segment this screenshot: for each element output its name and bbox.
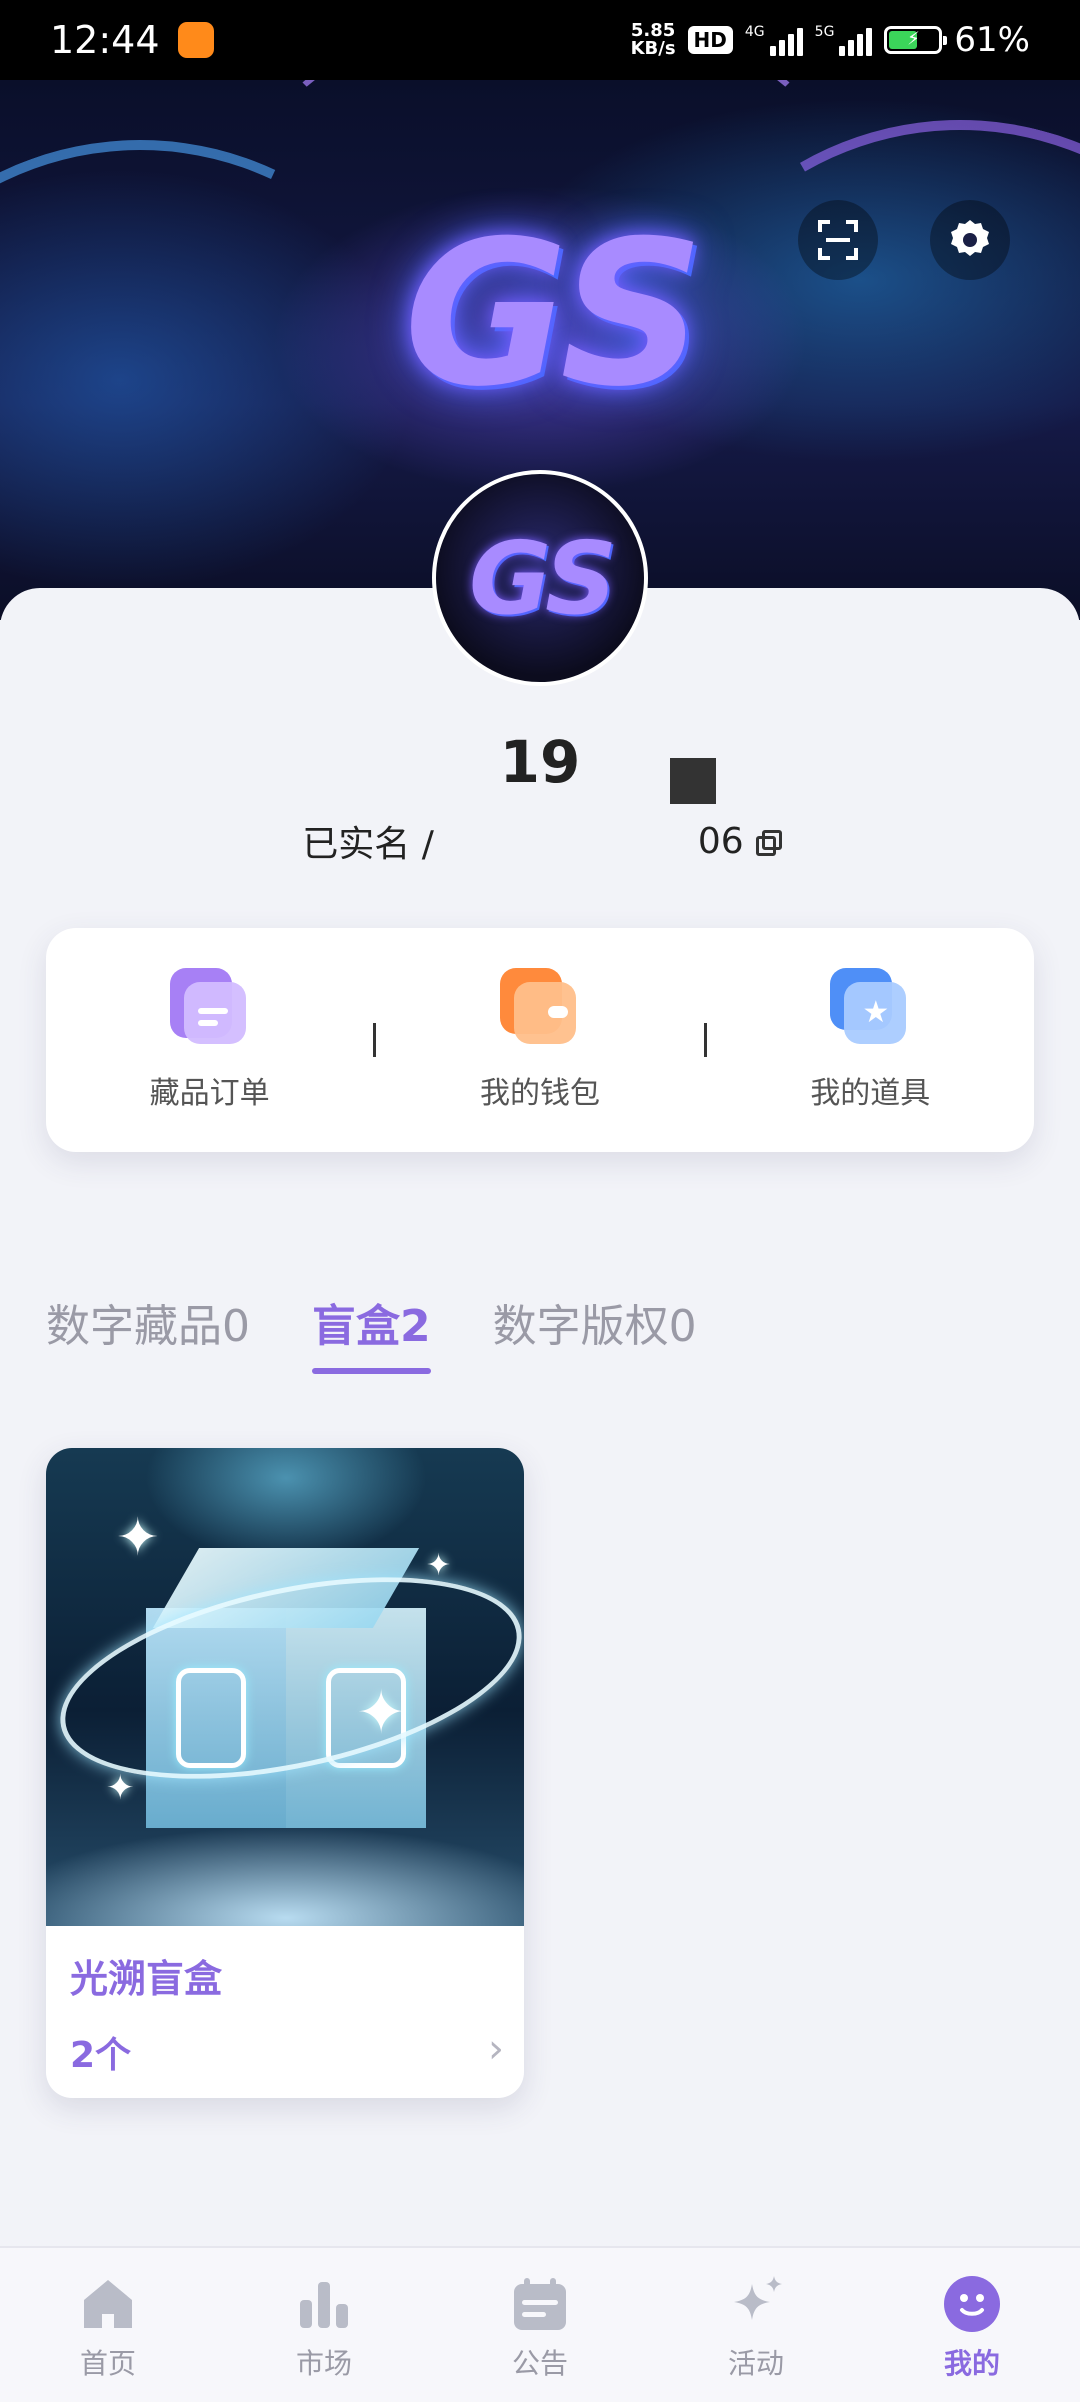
props-icon: ★ [830,968,910,1048]
profile-icon [944,2276,1000,2332]
nav-announcement[interactable]: 公告 [432,2248,648,2402]
tab-blind-box[interactable]: 盲盒2 [312,1290,431,1374]
chevron-right-icon: › [488,2026,504,2072]
blind-box-title: 光溯盲盒 [70,1957,223,2001]
hd-voice-icon: HD [687,26,733,54]
nav-activity[interactable]: 活动 [648,2248,864,2402]
signal-4g-icon: 4G [745,24,803,56]
order-icon [169,968,250,1048]
user-id-suffix: 06 [697,820,744,862]
home-icon [84,2280,132,2328]
scan-button[interactable] [798,200,878,280]
copy-icon[interactable] [755,830,782,856]
wallet-icon [499,968,580,1048]
status-bar: 12:44 5.85 KB/s HD 4G 5G ⚡ 61% [0,0,1080,80]
brand-logo: GS [403,198,704,431]
signal-5g-icon: 5G [815,24,873,56]
quick-actions-card: 藏品订单 我的钱包 ★ 我的道具 [46,928,1034,1152]
sparkle-icon [734,2276,782,2320]
blind-box-card[interactable]: ✦ ✦ ✦ ✦ 光溯盲盒 2个 › [46,1448,524,2098]
tab-digital-copyright[interactable]: 数字版权0 [493,1290,697,1374]
verification-status: 已实名 / [302,824,434,865]
my-wallet-button[interactable]: 我的钱包 [376,968,703,1112]
redaction-block [670,758,716,804]
nav-mine[interactable]: 我的 [864,2248,1080,2402]
bottom-nav: 首页 市场 公告 活动 我的 [0,2246,1080,2402]
avatar[interactable]: GS [432,470,648,686]
scan-icon [818,220,858,260]
blind-box-count: 2个 [70,2035,132,2076]
battery-icon: ⚡ [884,26,948,54]
nav-market[interactable]: 市场 [216,2248,432,2402]
collection-tabs: 数字藏品0 盲盒2 数字版权0 [46,1290,697,1374]
blind-box-image: ✦ ✦ ✦ ✦ [46,1448,524,1926]
tab-digital-collections[interactable]: 数字藏品0 [46,1290,250,1374]
market-icon [300,2282,348,2328]
collection-orders-button[interactable]: 藏品订单 [46,968,373,1112]
settings-button[interactable] [930,200,1010,280]
my-props-button[interactable]: ★ 我的道具 [707,968,1034,1112]
user-name: 19 [499,728,581,796]
user-verification-row: 已实名 / 06 [0,815,1080,867]
network-speed: 5.85 KB/s [630,20,676,59]
nav-home[interactable]: 首页 [0,2248,216,2402]
notice-icon [514,2278,566,2330]
battery-percent: 61% [954,20,1030,60]
gear-icon [951,220,989,256]
app-notification-icon [177,22,214,58]
status-time: 12:44 [50,18,160,62]
